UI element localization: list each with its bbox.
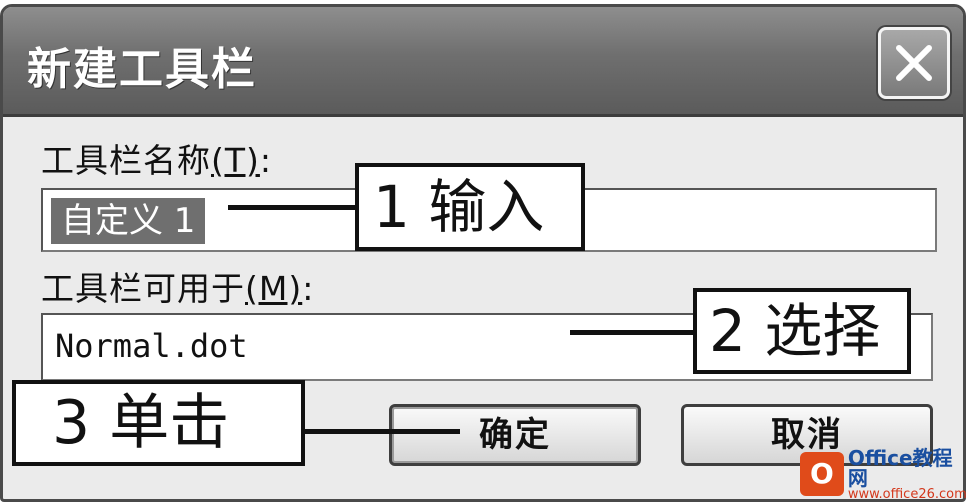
step1-leader-line	[228, 205, 356, 210]
close-button[interactable]	[878, 27, 950, 99]
watermark-title: Office教程网	[847, 445, 953, 490]
title-bar: 新建工具栏	[3, 7, 963, 117]
toolbar-name-label: 工具栏名称(T):	[41, 141, 273, 180]
template-value: Normal.dot	[55, 327, 248, 365]
ok-button[interactable]: 确定	[389, 404, 641, 466]
dialog-title: 新建工具栏	[27, 44, 257, 95]
close-x-icon	[896, 45, 932, 81]
step1-callout: 1 输入	[355, 163, 585, 251]
step3-leader-line	[305, 429, 460, 434]
watermark-url: www.office26.com	[847, 486, 967, 502]
toolbar-available-label: 工具栏可用于(M):	[41, 269, 315, 308]
step2-leader-line	[570, 330, 694, 335]
office-watermark: O Office教程网 www.office26.com	[800, 446, 972, 502]
office-logo-icon: O	[800, 452, 844, 496]
step2-callout: 2 选择	[693, 288, 911, 374]
step3-callout: 3 单击	[12, 380, 305, 466]
toolbar-name-value: 自定义 1	[51, 198, 206, 244]
